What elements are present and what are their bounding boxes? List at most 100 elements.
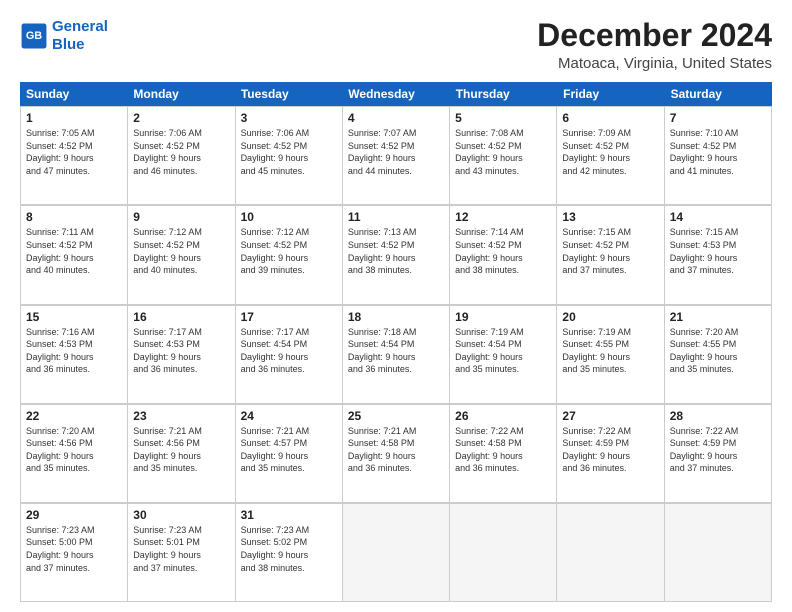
day-info: Sunrise: 7:21 AMSunset: 4:58 PMDaylight:… (348, 425, 444, 475)
calendar-cell: 17 Sunrise: 7:17 AMSunset: 4:54 PMDayligh… (236, 306, 343, 404)
day-number: 25 (348, 409, 444, 423)
day-number: 10 (241, 210, 337, 224)
calendar-day-header: Monday (127, 82, 234, 106)
day-info: Sunrise: 7:21 AMSunset: 4:57 PMDaylight:… (241, 425, 337, 475)
logo-line1: General (52, 18, 108, 35)
day-info: Sunrise: 7:14 AMSunset: 4:52 PMDaylight:… (455, 226, 551, 276)
day-info: Sunrise: 7:11 AMSunset: 4:52 PMDaylight:… (26, 226, 122, 276)
day-info: Sunrise: 7:22 AMSunset: 4:58 PMDaylight:… (455, 425, 551, 475)
day-number: 18 (348, 310, 444, 324)
calendar-week-row: 29 Sunrise: 7:23 AMSunset: 5:00 PMDayligh… (20, 503, 772, 602)
day-number: 19 (455, 310, 551, 324)
day-info: Sunrise: 7:16 AMSunset: 4:53 PMDaylight:… (26, 326, 122, 376)
calendar-cell: 27 Sunrise: 7:22 AMSunset: 4:59 PMDayligh… (557, 405, 664, 503)
calendar-cell: 14Sunrise: 7:15 AMSunset: 4:53 PMDayligh… (665, 206, 772, 304)
day-info: Sunrise: 7:22 AMSunset: 4:59 PMDaylight:… (562, 425, 658, 475)
day-info: Sunrise: 7:07 AMSunset: 4:52 PMDaylight:… (348, 127, 444, 177)
day-number: 5 (455, 111, 551, 125)
calendar-cell: 21Sunrise: 7:20 AMSunset: 4:55 PMDayligh… (665, 306, 772, 404)
calendar-cell: 13Sunrise: 7:15 AMSunset: 4:52 PMDayligh… (557, 206, 664, 304)
calendar-day-header: Saturday (665, 82, 772, 106)
day-number: 30 (133, 508, 229, 522)
day-number: 4 (348, 111, 444, 125)
day-info: Sunrise: 7:20 AMSunset: 4:55 PMDaylight:… (670, 326, 766, 376)
calendar-week-row: 15 Sunrise: 7:16 AMSunset: 4:53 PMDayligh… (20, 305, 772, 404)
calendar-week-row: 8 Sunrise: 7:11 AMSunset: 4:52 PMDaylight… (20, 205, 772, 304)
title-block: December 2024 Matoaca, Virginia, United … (537, 18, 772, 72)
calendar-cell: 15 Sunrise: 7:16 AMSunset: 4:53 PMDayligh… (21, 306, 128, 404)
day-info: Sunrise: 7:06 AMSunset: 4:52 PMDaylight:… (133, 127, 229, 177)
day-number: 8 (26, 210, 122, 224)
day-number: 22 (26, 409, 122, 423)
day-number: 27 (562, 409, 658, 423)
calendar-cell: 20 Sunrise: 7:19 AMSunset: 4:55 PMDayligh… (557, 306, 664, 404)
calendar-day-header: Thursday (450, 82, 557, 106)
calendar-cell (450, 504, 557, 602)
calendar: SundayMondayTuesdayWednesdayThursdayFrid… (20, 82, 772, 602)
day-number: 9 (133, 210, 229, 224)
calendar-cell: 4 Sunrise: 7:07 AMSunset: 4:52 PMDaylight… (343, 107, 450, 205)
main-title: December 2024 (537, 18, 772, 53)
day-number: 29 (26, 508, 122, 522)
day-info: Sunrise: 7:12 AMSunset: 4:52 PMDaylight:… (241, 226, 337, 276)
day-number: 23 (133, 409, 229, 423)
day-info: Sunrise: 7:19 AMSunset: 4:54 PMDaylight:… (455, 326, 551, 376)
day-info: Sunrise: 7:08 AMSunset: 4:52 PMDaylight:… (455, 127, 551, 177)
day-info: Sunrise: 7:09 AMSunset: 4:52 PMDaylight:… (562, 127, 658, 177)
day-info: Sunrise: 7:12 AMSunset: 4:52 PMDaylight:… (133, 226, 229, 276)
calendar-cell: 10 Sunrise: 7:12 AMSunset: 4:52 PMDayligh… (236, 206, 343, 304)
day-number: 12 (455, 210, 551, 224)
calendar-cell: 24Sunrise: 7:21 AMSunset: 4:57 PMDayligh… (236, 405, 343, 503)
calendar-cell: 16Sunrise: 7:17 AMSunset: 4:53 PMDayligh… (128, 306, 235, 404)
calendar-cell: 5 Sunrise: 7:08 AMSunset: 4:52 PMDaylight… (450, 107, 557, 205)
day-number: 6 (562, 111, 658, 125)
day-number: 11 (348, 210, 444, 224)
header: GB General Blue December 2024 Matoaca, V… (20, 18, 772, 72)
day-info: Sunrise: 7:22 AMSunset: 4:59 PMDaylight:… (670, 425, 766, 475)
calendar-cell: 31 Sunrise: 7:23 AMSunset: 5:02 PMDayligh… (236, 504, 343, 602)
calendar-cell: 9 Sunrise: 7:12 AMSunset: 4:52 PMDaylight… (128, 206, 235, 304)
calendar-day-header: Friday (557, 82, 664, 106)
day-number: 20 (562, 310, 658, 324)
day-info: Sunrise: 7:20 AMSunset: 4:56 PMDaylight:… (26, 425, 122, 475)
calendar-cell: 22 Sunrise: 7:20 AMSunset: 4:56 PMDayligh… (21, 405, 128, 503)
day-number: 14 (670, 210, 766, 224)
logo-text: General Blue (52, 18, 108, 54)
calendar-cell: 1Sunrise: 7:05 AMSunset: 4:52 PMDaylight… (21, 107, 128, 205)
calendar-cell (665, 504, 772, 602)
day-info: Sunrise: 7:18 AMSunset: 4:54 PMDaylight:… (348, 326, 444, 376)
day-info: Sunrise: 7:13 AMSunset: 4:52 PMDaylight:… (348, 226, 444, 276)
calendar-cell: 28 Sunrise: 7:22 AMSunset: 4:59 PMDayligh… (665, 405, 772, 503)
logo: GB General Blue (20, 18, 108, 54)
day-number: 17 (241, 310, 337, 324)
calendar-body: 1Sunrise: 7:05 AMSunset: 4:52 PMDaylight… (20, 106, 772, 602)
calendar-cell: 8 Sunrise: 7:11 AMSunset: 4:52 PMDaylight… (21, 206, 128, 304)
calendar-cell (343, 504, 450, 602)
calendar-day-header: Sunday (20, 82, 127, 106)
calendar-cell: 19 Sunrise: 7:19 AMSunset: 4:54 PMDayligh… (450, 306, 557, 404)
day-info: Sunrise: 7:06 AMSunset: 4:52 PMDaylight:… (241, 127, 337, 177)
day-number: 15 (26, 310, 122, 324)
day-info: Sunrise: 7:17 AMSunset: 4:54 PMDaylight:… (241, 326, 337, 376)
day-number: 31 (241, 508, 337, 522)
calendar-cell: 11 Sunrise: 7:13 AMSunset: 4:52 PMDayligh… (343, 206, 450, 304)
day-number: 1 (26, 111, 122, 125)
calendar-week-row: 1Sunrise: 7:05 AMSunset: 4:52 PMDaylight… (20, 106, 772, 205)
day-info: Sunrise: 7:19 AMSunset: 4:55 PMDaylight:… (562, 326, 658, 376)
day-number: 16 (133, 310, 229, 324)
day-info: Sunrise: 7:15 AMSunset: 4:52 PMDaylight:… (562, 226, 658, 276)
calendar-cell: 3Sunrise: 7:06 AMSunset: 4:52 PMDaylight… (236, 107, 343, 205)
calendar-cell: 25 Sunrise: 7:21 AMSunset: 4:58 PMDayligh… (343, 405, 450, 503)
day-info: Sunrise: 7:23 AMSunset: 5:02 PMDaylight:… (241, 524, 337, 574)
calendar-day-header: Tuesday (235, 82, 342, 106)
day-info: Sunrise: 7:23 AMSunset: 5:00 PMDaylight:… (26, 524, 122, 574)
calendar-cell: 12 Sunrise: 7:14 AMSunset: 4:52 PMDayligh… (450, 206, 557, 304)
day-number: 2 (133, 111, 229, 125)
calendar-cell: 7Sunrise: 7:10 AMSunset: 4:52 PMDaylight… (665, 107, 772, 205)
calendar-cell: 18 Sunrise: 7:18 AMSunset: 4:54 PMDayligh… (343, 306, 450, 404)
subtitle: Matoaca, Virginia, United States (537, 55, 772, 72)
calendar-cell: 2 Sunrise: 7:06 AMSunset: 4:52 PMDaylight… (128, 107, 235, 205)
calendar-day-header: Wednesday (342, 82, 449, 106)
day-info: Sunrise: 7:23 AMSunset: 5:01 PMDaylight:… (133, 524, 229, 574)
day-number: 28 (670, 409, 766, 423)
